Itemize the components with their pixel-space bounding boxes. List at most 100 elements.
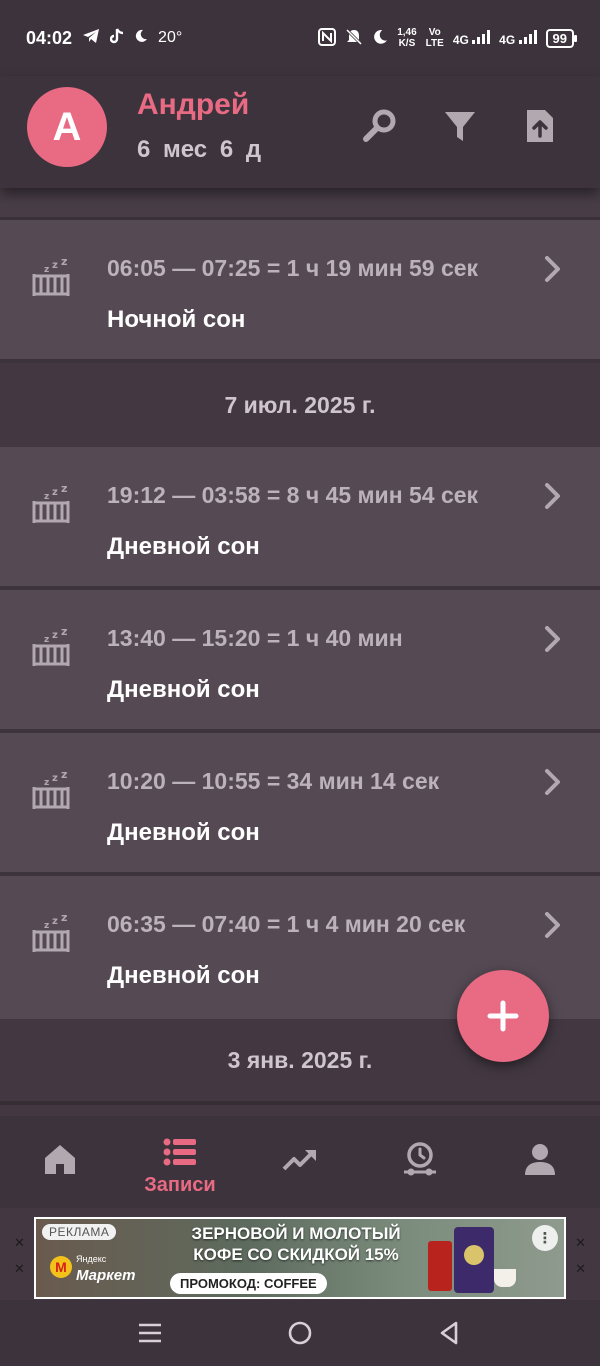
nav-home[interactable] [0,1116,120,1208]
crib-sleep-icon: z z z [32,626,70,666]
tiktok-icon [109,27,124,49]
svg-text:z: z [52,487,58,498]
volte-line2: LTE [425,38,444,49]
battery-indicator: 99 [545,28,578,48]
search-button[interactable] [360,106,400,146]
ad-more-button[interactable]: ⋮ [532,1225,558,1251]
svg-text:z: z [44,635,49,645]
chevron-right-icon [545,626,560,652]
ad-brand-logo: M Яндекс Маркет [50,1249,135,1285]
app-header: A Андрей 6 мес 6 д [0,76,600,188]
records-list[interactable]: z z z 06:05 — 07:25 = 1 ч 19 мин 59 сек … [0,188,600,1105]
entry-type: Дневной сон [107,676,260,703]
file-upload-icon [527,110,553,142]
chevron-right-icon [545,256,560,282]
child-age: 6 мес 6 д [137,136,262,163]
bottom-navigation: Записи [0,1116,600,1208]
crib-sleep-icon: z z z [32,912,70,952]
ad-corner-x-icon: ✕ [14,1236,25,1251]
svg-text:z: z [52,260,58,271]
recent-apps-icon[interactable] [136,1319,164,1347]
list-icon [163,1138,196,1166]
moon-icon [134,28,148,48]
filter-button[interactable] [440,106,480,146]
trending-icon [282,1150,316,1171]
entry-time-range: 06:05 — 07:25 = 1 ч 19 мин 59 сек [107,255,479,281]
timeline-clock-icon [404,1142,436,1176]
sim2-label: 4G [499,32,516,47]
home-circle-icon[interactable] [286,1319,314,1347]
plus-icon [487,1000,519,1032]
nav-profile[interactable] [480,1116,600,1208]
export-button[interactable] [520,106,560,146]
status-temperature: 20° [158,29,183,46]
signal-bars-icon [472,29,491,44]
network-speed: 1,46 K/S [397,27,416,49]
svg-text:z: z [61,626,67,638]
svg-text:z: z [61,483,67,495]
coffee-pack-image [454,1227,494,1293]
crib-sleep-icon: z z z [32,769,70,809]
avatar[interactable]: A [27,87,107,167]
ad-corner-x-icon: ✕ [575,1236,586,1251]
add-record-button[interactable] [457,970,549,1062]
advertisement[interactable]: РЕКЛАМА M Яндекс Маркет ЗЕРНОВОЙ И МОЛОТ… [34,1217,566,1299]
network-speed-unit: K/S [398,38,416,49]
ad-brand-name: Маркет [76,1267,136,1284]
crib-sleep-icon: z z z [32,483,70,523]
network-speed-value: 1,46 [397,27,417,38]
nav-timeline[interactable] [360,1116,480,1208]
svg-text:z: z [61,256,67,268]
list-item[interactable]: z z z 06:05 — 07:25 = 1 ч 19 мин 59 сек … [0,220,600,363]
crib-sleep-icon: z z z [32,256,70,296]
svg-text:z: z [52,773,58,784]
chevron-right-icon [545,483,560,509]
svg-text:z: z [44,492,49,502]
home-icon [45,1145,75,1174]
status-time: 04:02 [26,27,73,48]
bell-muted-icon [345,28,363,49]
nav-statistics[interactable] [240,1116,360,1208]
svg-text:z: z [44,778,49,788]
ad-label: РЕКЛАМА [42,1224,117,1240]
ad-corner-x-icon: ✕ [575,1262,586,1277]
moon-icon-right [372,29,388,48]
entry-type: Дневной сон [107,819,260,846]
entry-type: Дневной сон [107,962,260,989]
list-item[interactable]: z z z 19:12 — 03:58 = 8 ч 45 мин 54 сек … [0,447,600,590]
entry-time-range: 19:12 — 03:58 = 8 ч 45 мин 54 сек [107,482,479,508]
coffee-pack-image [428,1241,452,1291]
nav-records[interactable]: Записи [120,1116,240,1208]
svg-text:z: z [52,916,58,927]
ad-banner-area: ✕ ✕ ✕ ✕ РЕКЛАМА M Яндекс Маркет ЗЕРНОВОЙ… [0,1208,600,1300]
list-item[interactable]: z z z 13:40 — 15:20 = 1 ч 40 мин Дневной… [0,590,600,733]
system-navigation-bar [0,1300,600,1366]
list-item[interactable]: z z z 10:20 — 10:55 = 34 мин 14 сек Днев… [0,733,600,876]
sim1-label: 4G [452,32,469,47]
sim2-signal: 4G [499,29,537,47]
list-divider [0,188,600,220]
chevron-right-icon [545,912,560,938]
status-bar: 04:02 20° 1,46 K/S Vo LTE 4G 4G 99 [0,0,600,76]
person-icon [525,1144,555,1175]
nav-records-label: Записи [144,1174,216,1196]
ad-brand-small: Яндекс [76,1254,107,1264]
nfc-icon [318,27,337,49]
entry-type: Ночной сон [107,306,246,333]
volte-indicator: Vo LTE [426,27,444,49]
entry-time-range: 06:35 — 07:40 = 1 ч 4 мин 20 сек [107,911,466,937]
filter-icon [445,112,475,141]
child-name[interactable]: Андрей [137,88,249,122]
entry-time-range: 13:40 — 15:20 = 1 ч 40 мин [107,625,403,651]
back-triangle-icon[interactable] [436,1319,464,1347]
status-right: 1,46 K/S Vo LTE 4G 4G 99 [318,27,578,49]
sim1-signal: 4G [452,29,491,47]
signal-bars-icon-2 [518,29,537,44]
ad-headline: ЗЕРНОВОЙ И МОЛОТЫЙ КОФЕ СО СКИДКОЙ 15% [191,1224,401,1264]
entry-type: Дневной сон [107,533,260,560]
ad-corner-x-icon: ✕ [14,1262,25,1277]
svg-text:z: z [44,265,49,275]
status-left: 04:02 20° [26,28,182,49]
coffee-cup-image [494,1269,516,1287]
svg-text:z: z [61,769,67,781]
